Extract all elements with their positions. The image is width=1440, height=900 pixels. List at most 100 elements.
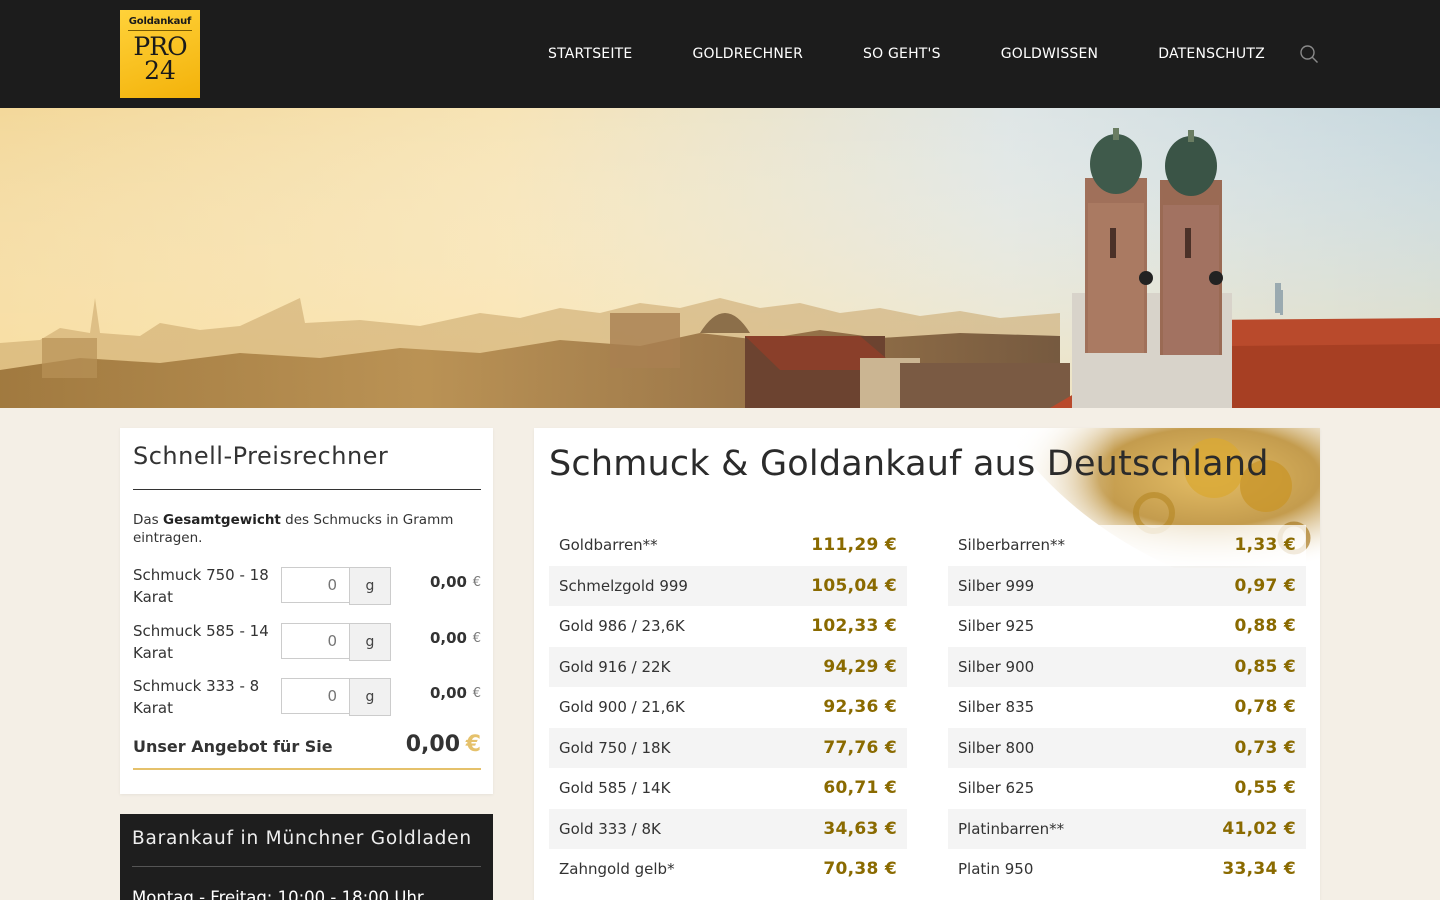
opening-hours: Montag - Freitag: 10:00 - 18:00 Uhr <box>132 888 424 900</box>
calculator-instructions: Das Gesamtgewicht des Schmucks in Gramm … <box>133 511 483 547</box>
metal-price: 94,29 € <box>823 656 897 677</box>
price-row: Platin 950 33,34 € <box>948 849 1306 890</box>
metal-name: Platin 950 <box>958 860 1034 879</box>
metal-name: Silber 925 <box>958 617 1035 636</box>
calc-row-label: Schmuck 585 - 14 Karat <box>133 622 269 662</box>
price-list-title: Schmuck & Goldankauf aus Deutschland <box>549 444 1269 484</box>
metal-name: Silber 999 <box>958 576 1035 595</box>
price-row: Silberbarren** 1,33 € <box>948 525 1306 566</box>
metal-name: Zahngold gelb* <box>559 860 675 879</box>
price-row: Gold 585 / 14K 60,71 € <box>549 768 907 809</box>
store-info-box: Barankauf in Münchner Goldladen Montag -… <box>120 814 493 900</box>
logo-divider <box>128 30 192 31</box>
calc-row-label: Schmuck 750 - 18 Karat <box>133 566 269 606</box>
metal-name: Gold 916 / 22K <box>559 657 671 676</box>
search-icon[interactable] <box>1299 44 1319 64</box>
price-row: Gold 916 / 22K 94,29 € <box>549 646 907 687</box>
metal-price: 0,78 € <box>1234 697 1296 718</box>
calc-row-750: Schmuck 750 - 18 Karat g 0,00 € <box>133 564 481 608</box>
metal-price: 0,88 € <box>1234 616 1296 637</box>
metal-name: Gold 585 / 14K <box>559 779 671 798</box>
price-row: Silber 625 0,55 € <box>948 768 1306 809</box>
nav-goldrechner[interactable]: GOLDRECHNER <box>662 46 833 62</box>
weight-input-585[interactable] <box>281 623 350 659</box>
row-currency: € <box>472 631 481 646</box>
price-row: Silber 835 0,78 € <box>948 687 1306 728</box>
row-currency: € <box>472 575 481 590</box>
price-row: Schmelzgold 999 105,04 € <box>549 565 907 606</box>
gram-unit: g <box>349 623 391 661</box>
metal-name: Platinbarren** <box>958 819 1065 838</box>
metal-name: Goldbarren** <box>559 536 658 555</box>
silver-platinum-price-column: Silberbarren** 1,33 € Silber 999 0,97 € Si… <box>948 525 1306 890</box>
price-row: Gold 750 / 18K 77,76 € <box>549 727 907 768</box>
intro-text-start: Das <box>133 512 163 528</box>
price-row: Silber 999 0,97 € <box>948 565 1306 606</box>
gram-unit: g <box>349 567 391 605</box>
intro-text-bold: Gesamtgewicht <box>163 512 281 528</box>
metal-price: 34,63 € <box>823 818 897 839</box>
metal-price: 60,71 € <box>823 778 897 799</box>
metal-price: 41,02 € <box>1222 818 1296 839</box>
logo-brand-text: Goldankauf <box>128 16 192 27</box>
offer-label: Unser Angebot für Sie <box>133 737 333 756</box>
metal-price: 33,34 € <box>1222 859 1296 880</box>
site-header: Goldankauf PRO 24 STARTSEITE GOLDRECHNER… <box>0 0 1440 108</box>
metal-price: 0,55 € <box>1234 778 1296 799</box>
price-row: Zahngold gelb* 70,38 € <box>549 849 907 890</box>
metal-price: 111,29 € <box>811 535 897 556</box>
metal-name: Gold 986 / 23,6K <box>559 617 685 636</box>
metal-price: 0,97 € <box>1234 575 1296 596</box>
metal-name: Gold 333 / 8K <box>559 819 661 838</box>
gold-price-column: Goldbarren** 111,29 € Schmelzgold 999 105,… <box>549 525 907 890</box>
nav-datenschutz[interactable]: DATENSCHUTZ <box>1128 46 1295 62</box>
metal-price: 0,85 € <box>1234 656 1296 677</box>
metal-price: 77,76 € <box>823 737 897 758</box>
price-row: Silber 925 0,88 € <box>948 606 1306 647</box>
price-row: Gold 900 / 21,6K 92,36 € <box>549 687 907 728</box>
row-currency: € <box>472 686 481 701</box>
price-row: Gold 986 / 23,6K 102,33 € <box>549 606 907 647</box>
quick-price-calculator: Schnell-Preisrechner Das Gesamtgewicht d… <box>120 428 493 794</box>
row-price-value: 0,00 <box>429 629 467 647</box>
price-row: Goldbarren** 111,29 € <box>549 525 907 566</box>
gram-unit: g <box>349 678 391 716</box>
site-logo[interactable]: Goldankauf PRO 24 <box>120 10 200 98</box>
metal-name: Silberbarren** <box>958 536 1065 555</box>
price-row: Gold 333 / 8K 34,63 € <box>549 808 907 849</box>
logo-number-text: 24 <box>144 56 176 85</box>
nav-so-gehts[interactable]: SO GEHT'S <box>833 46 971 62</box>
metal-name: Gold 900 / 21,6K <box>559 698 685 717</box>
metal-name: Silber 800 <box>958 738 1035 757</box>
row-price-value: 0,00 <box>429 573 467 591</box>
nav-goldwissen[interactable]: GOLDWISSEN <box>971 46 1129 62</box>
store-divider <box>132 866 481 867</box>
calculator-title: Schnell-Preisrechner <box>133 442 389 470</box>
metal-price: 102,33 € <box>811 616 897 637</box>
offer-currency: € <box>465 732 481 757</box>
calc-row-585: Schmuck 585 - 14 Karat g 0,00 € <box>133 620 481 664</box>
metal-name: Silber 835 <box>958 698 1035 717</box>
metal-price: 105,04 € <box>811 575 897 596</box>
metal-price: 92,36 € <box>823 697 897 718</box>
main-nav: STARTSEITE GOLDRECHNER SO GEHT'S GOLDWIS… <box>518 0 1295 108</box>
metal-name: Silber 625 <box>958 779 1035 798</box>
calc-row-label: Schmuck 333 - 8 Karat <box>133 677 260 717</box>
price-list-panel: Schmuck & Goldankauf aus Deutschland Gol… <box>534 428 1320 900</box>
metal-price: 0,73 € <box>1234 737 1296 758</box>
offer-total-value: 0,00 <box>405 732 460 757</box>
metal-name: Schmelzgold 999 <box>559 576 688 595</box>
weight-input-333[interactable] <box>281 678 350 714</box>
store-title: Barankauf in Münchner Goldladen <box>132 828 472 849</box>
metal-name: Silber 900 <box>958 657 1035 676</box>
price-row: Silber 800 0,73 € <box>948 727 1306 768</box>
metal-price: 1,33 € <box>1234 535 1296 556</box>
calc-row-333: Schmuck 333 - 8 Karat g 0,00 € <box>133 675 481 719</box>
metal-name: Gold 750 / 18K <box>559 738 671 757</box>
price-row: Platinbarren** 41,02 € <box>948 808 1306 849</box>
nav-startseite[interactable]: STARTSEITE <box>518 46 662 62</box>
row-price-value: 0,00 <box>429 684 467 702</box>
offer-underline <box>133 768 481 770</box>
price-row: Silber 900 0,85 € <box>948 646 1306 687</box>
weight-input-750[interactable] <box>281 567 350 603</box>
